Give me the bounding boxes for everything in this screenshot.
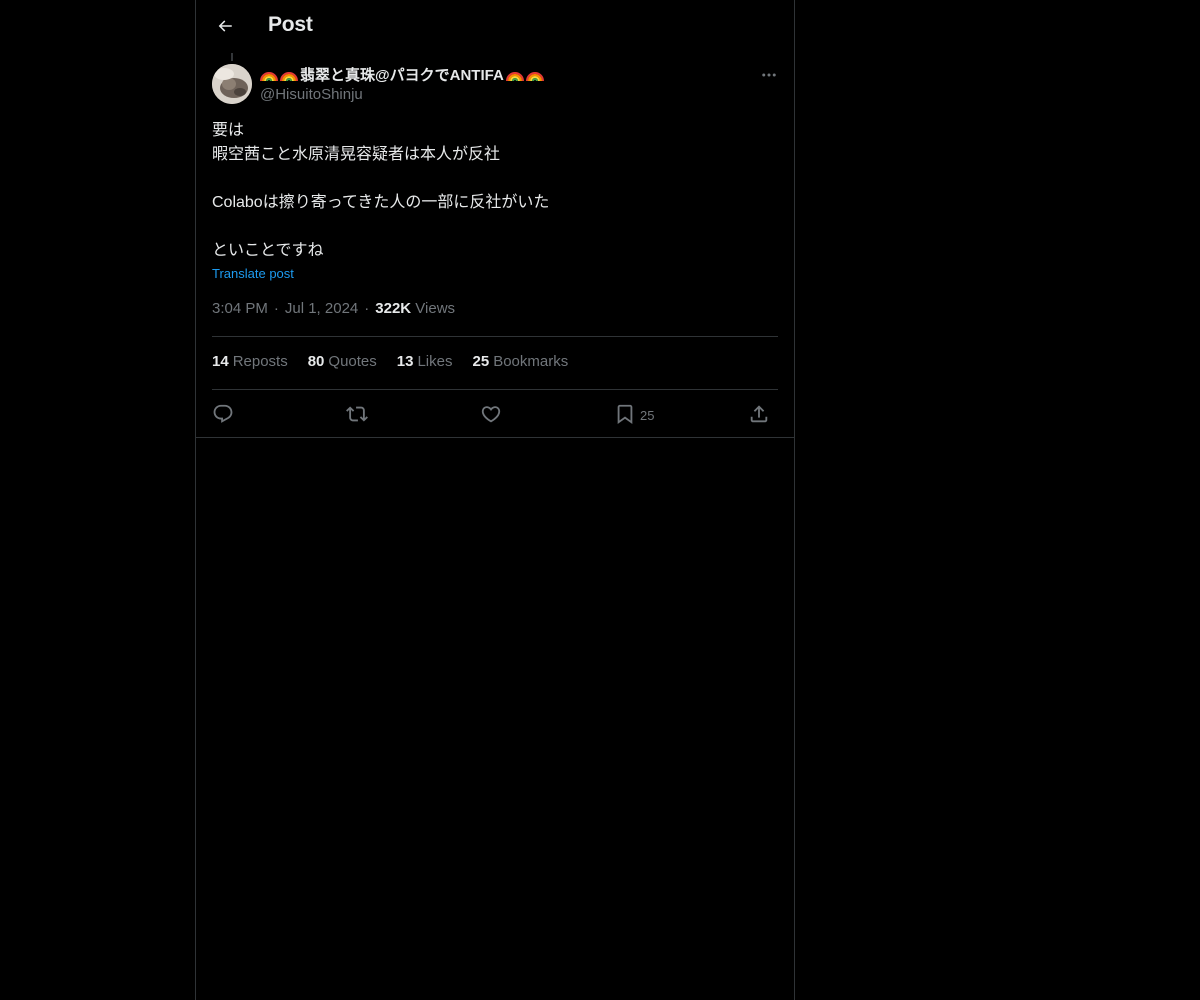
views-label: Views [415, 300, 456, 317]
bookmark-button[interactable]: 25 [614, 398, 654, 430]
likes-label: Likes [417, 353, 453, 370]
bookmarks-label: Bookmarks [493, 353, 569, 370]
separator-dot: · [364, 300, 370, 317]
likes-count: 13 [396, 353, 414, 370]
rainbow-emoji-icon [260, 71, 278, 81]
more-button[interactable] [758, 66, 780, 84]
header: Post [196, 0, 794, 53]
heart-icon [481, 406, 501, 423]
post-time[interactable]: 3:04 PM [212, 300, 268, 317]
rainbow-emoji-icon [280, 71, 298, 81]
like-button[interactable] [480, 398, 502, 430]
post-meta: 3:04 PM · Jul 1, 2024 · 322K Views [212, 300, 455, 317]
post-column: Post 翡翠と真珠@パヨクでANTIFA @HisuitoShinju 要は … [195, 0, 795, 1000]
author-display-name[interactable]: 翡翠と真珠@パヨクでANTIFA [260, 64, 546, 85]
back-button[interactable] [208, 9, 242, 43]
avatar[interactable] [212, 64, 252, 104]
separator-dot: · [273, 300, 279, 317]
rainbow-emoji-icon [525, 71, 544, 81]
author-name-text: 翡翠と真珠@パヨクでANTIFA [300, 67, 504, 84]
divider [212, 389, 778, 390]
share-icon [750, 405, 768, 423]
thread-connector-line [231, 53, 233, 61]
repost-button[interactable] [346, 398, 368, 430]
quotes-stat[interactable]: 80 Quotes [308, 353, 377, 370]
bookmarks-stat[interactable]: 25 Bookmarks [473, 353, 569, 370]
post-text-line: Colaboは擦り寄ってきた人の一部に反社がいた [212, 194, 550, 211]
action-bar: 25 [212, 398, 778, 430]
post-text-line: 要は [212, 122, 245, 139]
share-button[interactable] [748, 398, 770, 430]
post-text-line [212, 167, 778, 191]
divider [212, 336, 778, 337]
post-date[interactable]: Jul 1, 2024 [285, 300, 358, 317]
post-text: 要は 暇空茜こと水原清晃容疑者は本人が反社 Colaboは擦り寄ってきた人の一部… [212, 119, 778, 263]
bookmark-icon [617, 404, 633, 425]
reply-button[interactable] [212, 398, 234, 430]
quotes-label: Quotes [328, 353, 377, 370]
reposts-stat[interactable]: 14 Reposts [212, 353, 288, 370]
more-horizontal-icon [762, 73, 776, 77]
translate-post-link[interactable]: Translate post [212, 266, 294, 281]
views-count: 322K [375, 300, 412, 317]
bookmark-count: 25 [640, 407, 655, 423]
avatar-image [212, 64, 252, 104]
engagement-stats: 14 Reposts 80 Quotes 13 Likes 25 Bookmarks [212, 353, 588, 370]
rainbow-emoji-icon [505, 71, 524, 81]
post-bottom-border [196, 437, 794, 438]
page-title: Post [268, 13, 313, 36]
reposts-label: Reposts [232, 353, 288, 370]
likes-stat[interactable]: 13 Likes [397, 353, 453, 370]
post-text-line: 暇空茜こと水原清晃容疑者は本人が反社 [212, 146, 501, 163]
post-text-line [212, 215, 778, 239]
repost-icon [346, 406, 368, 422]
reposts-count: 14 [212, 353, 229, 370]
reply-icon [213, 404, 233, 423]
arrow-left-icon [218, 20, 232, 32]
quotes-count: 80 [307, 353, 325, 370]
post-text-line: といことですね [212, 242, 324, 259]
bookmarks-count: 25 [472, 353, 490, 370]
author-handle[interactable]: @HisuitoShinju [260, 86, 363, 103]
